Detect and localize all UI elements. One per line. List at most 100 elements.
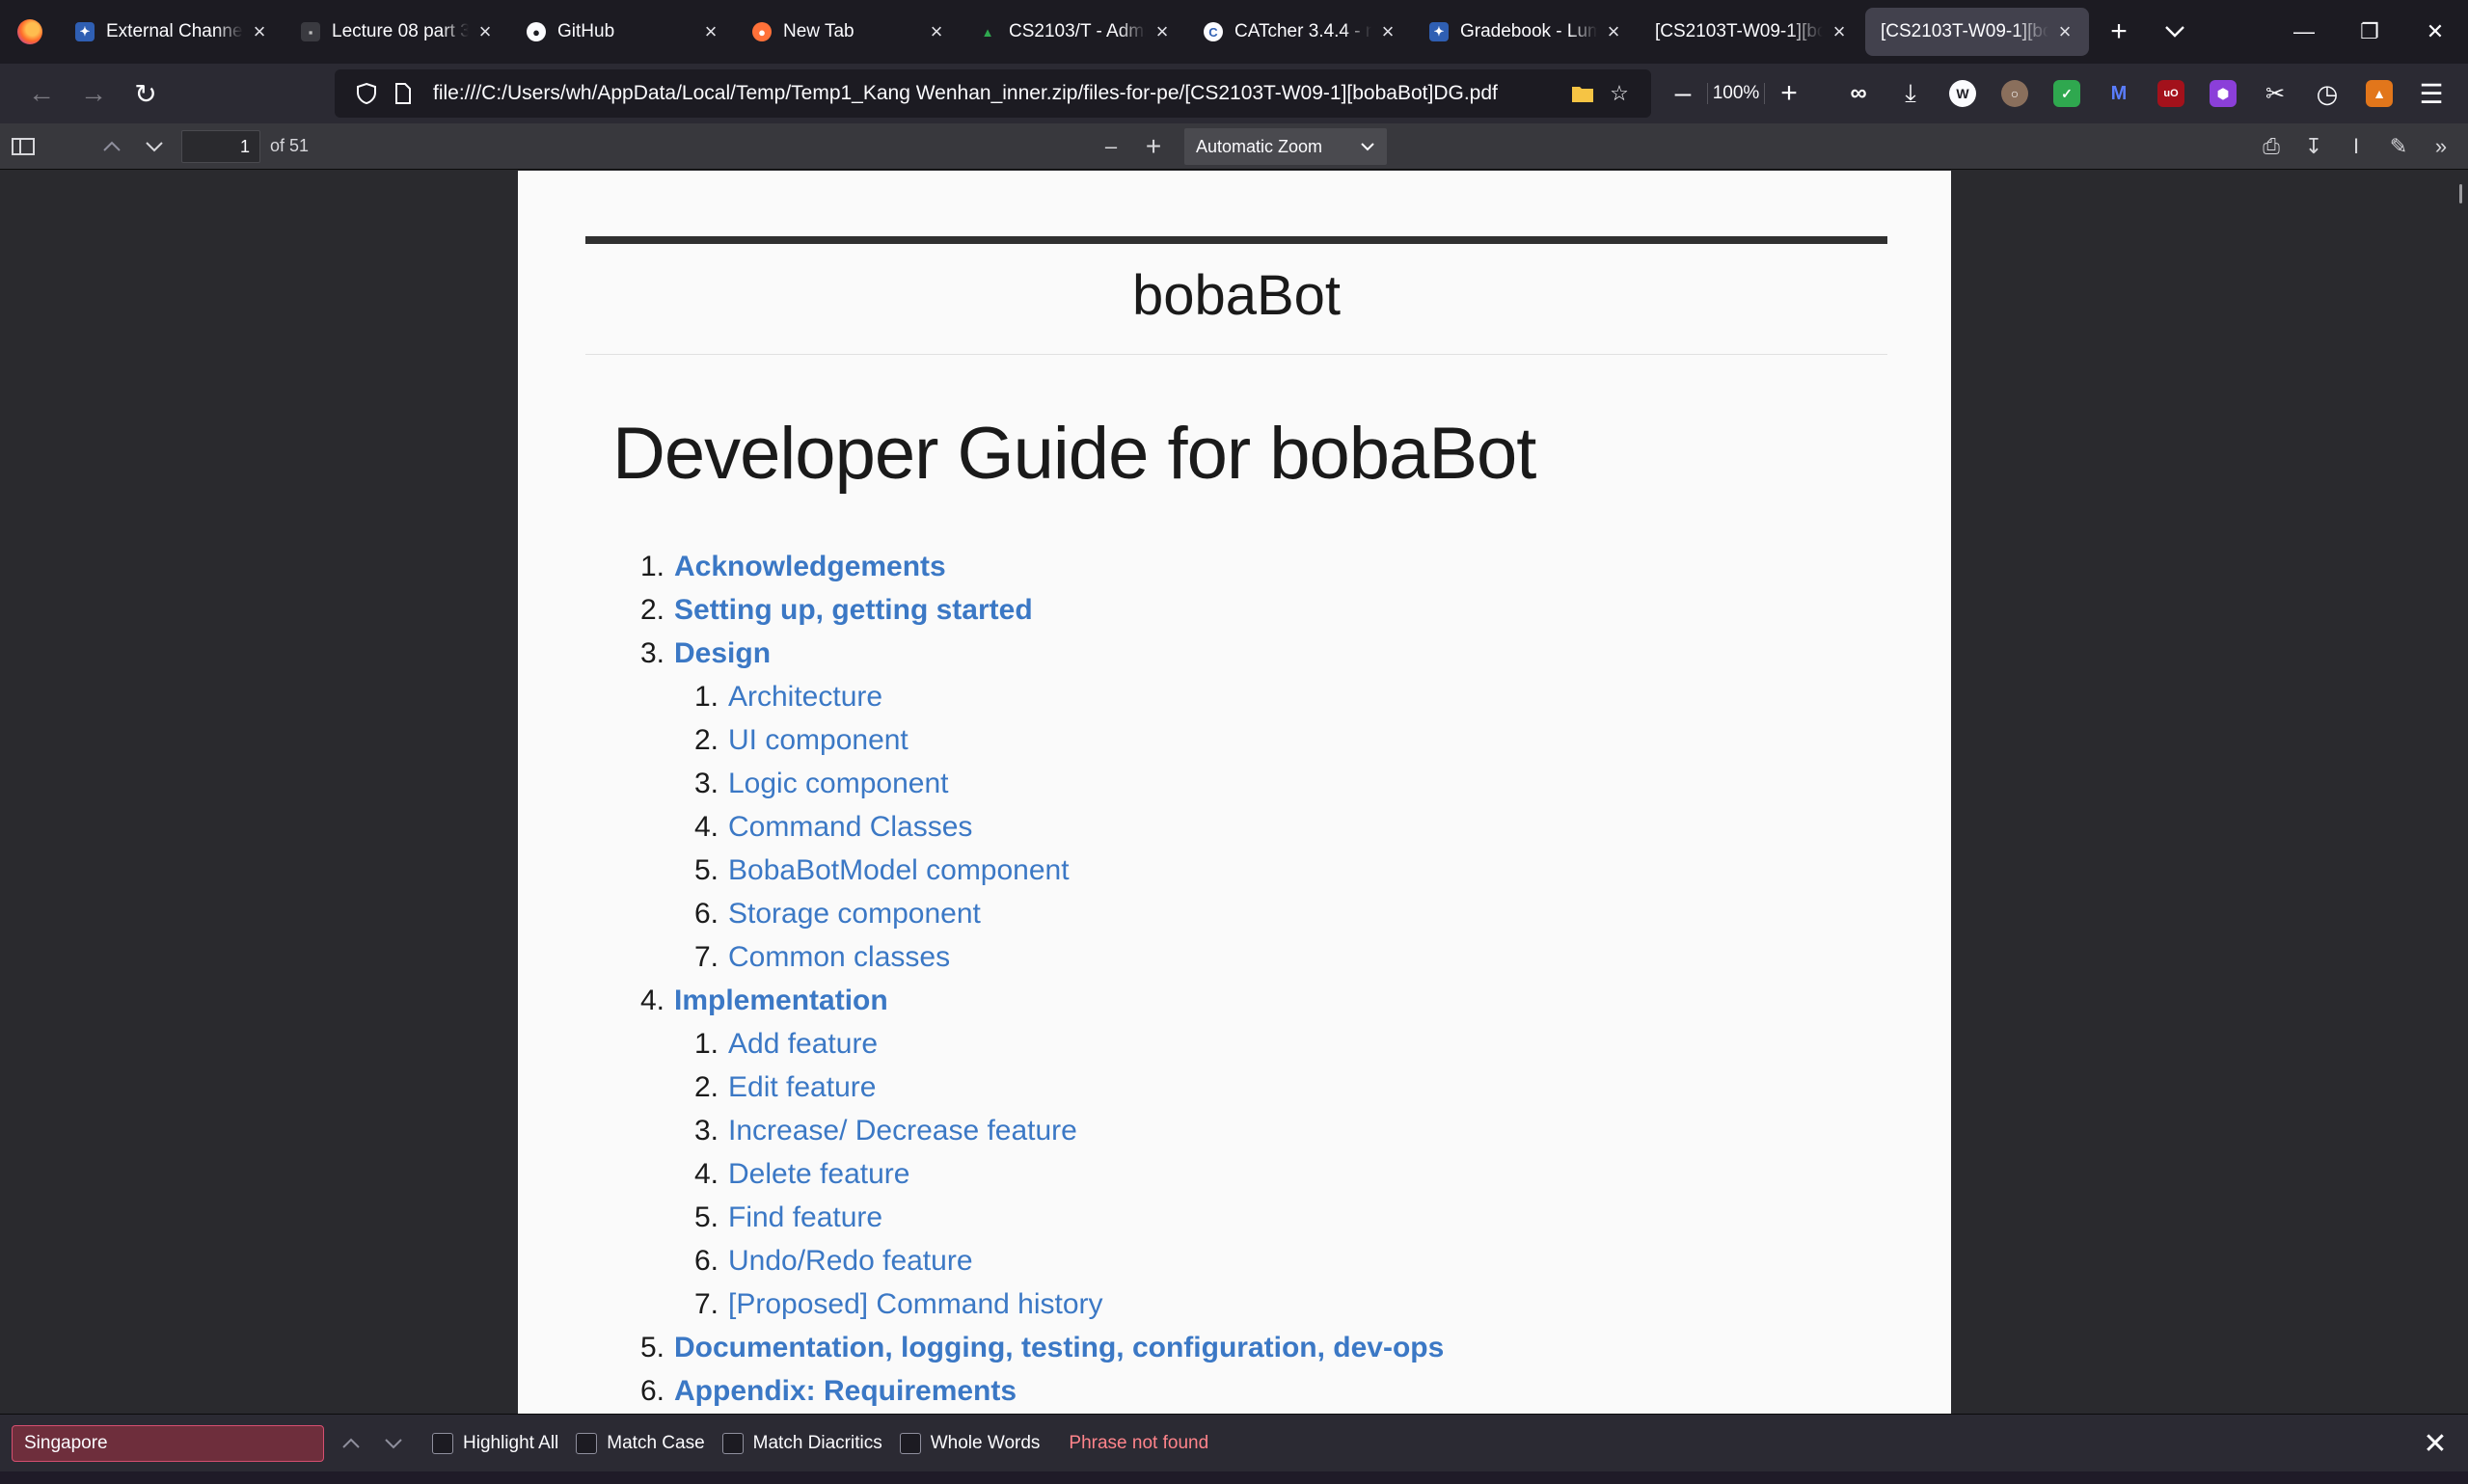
next-page-button[interactable]	[133, 127, 176, 166]
match-case-checkbox[interactable]: Match Case	[576, 1432, 705, 1454]
whole-words-checkbox[interactable]: Whole Words	[899, 1432, 1040, 1454]
browser-tab[interactable]: ● GitHub ×	[511, 8, 735, 56]
restore-button[interactable]: ❐	[2337, 0, 2402, 64]
browser-tab[interactable]: ▪ Lecture 08 part 3 II ×	[285, 8, 509, 56]
print-button[interactable]: ⎙	[2250, 127, 2292, 166]
toc-link[interactable]: Command Classes	[728, 811, 972, 844]
toc-link[interactable]: Setting up, getting started	[674, 594, 1033, 627]
draw-tool-button[interactable]: ✎	[2377, 127, 2420, 166]
zoom-select[interactable]: Automatic Zoom	[1184, 128, 1387, 165]
zoom-in-button[interactable]: +	[1132, 127, 1175, 166]
checkbox-box[interactable]	[899, 1432, 921, 1454]
close-tab-icon[interactable]: ×	[2054, 21, 2075, 42]
list-all-tabs-button[interactable]	[2147, 8, 2203, 56]
zoom-in-button[interactable]: +	[1765, 69, 1813, 118]
chevron-up-icon	[103, 141, 121, 151]
toc-link[interactable]: Implementation	[674, 985, 888, 1017]
zoom-reset-button[interactable]: 100%	[1707, 83, 1765, 104]
close-tab-icon[interactable]: ×	[475, 21, 496, 42]
m-extension-icon[interactable]: M	[2093, 69, 2145, 118]
checkbox-box[interactable]	[576, 1432, 598, 1454]
extension-face-icon[interactable]: ○	[1989, 69, 2041, 118]
highlight-all-checkbox[interactable]: Highlight All	[432, 1432, 558, 1454]
page-icon[interactable]	[385, 75, 421, 112]
save-button[interactable]: ↧	[2292, 127, 2335, 166]
fox-extension-icon[interactable]: ▲	[2353, 69, 2405, 118]
toc-link[interactable]: [Proposed] Command history	[728, 1288, 1103, 1321]
close-tab-icon[interactable]: ×	[700, 21, 721, 42]
close-window-button[interactable]: ✕	[2402, 0, 2468, 64]
checkbox-box[interactable]	[432, 1432, 453, 1454]
url-text[interactable]: file:///C:/Users/wh/AppData/Local/Temp/T…	[421, 82, 1564, 105]
browser-tab[interactable]: ✦ External Channel - Lumi ×	[60, 8, 284, 56]
find-input[interactable]: Singapore	[12, 1424, 324, 1462]
puzzle-tools-icon[interactable]: ✂	[2249, 69, 2301, 118]
browser-tab[interactable]: [CS2103T-W09-1][bobaBot]DG.pdf ×	[1640, 8, 1863, 56]
zoom-out-button[interactable]: –	[1659, 69, 1707, 118]
toc-link[interactable]: Storage component	[728, 898, 981, 931]
app-menu-icon[interactable]: ☰	[2405, 69, 2457, 118]
minimize-button[interactable]: —	[2271, 0, 2337, 64]
toc-number: 2.	[693, 724, 719, 756]
folder-icon[interactable]	[1564, 75, 1601, 112]
pdf-viewer[interactable]: bobaBot Developer Guide for bobaBot 1. Ac…	[0, 171, 2468, 1414]
toc-link[interactable]: Design	[674, 637, 771, 670]
text-tool-button[interactable]: I	[2335, 127, 2377, 166]
sidebar-toggle-button[interactable]	[2, 127, 44, 166]
download-icon[interactable]: ⤓	[1885, 69, 1937, 118]
toc-link[interactable]: Add feature	[728, 1028, 878, 1061]
firefox-icon: ●	[752, 22, 772, 41]
bookmark-star-icon[interactable]: ☆	[1601, 75, 1638, 112]
arrow-right-icon: →	[80, 78, 107, 108]
tab-title: CATcher 3.4.4 - nus	[1234, 21, 1371, 41]
toc-link[interactable]: Find feature	[728, 1201, 882, 1234]
browser-tab[interactable]: ● New Tab ×	[737, 8, 961, 56]
browser-tab[interactable]: ✦ Gradebook - Lumi ×	[1414, 8, 1638, 56]
toc-link[interactable]: Logic component	[728, 768, 949, 800]
previous-page-button[interactable]	[91, 127, 133, 166]
forward-button[interactable]: →	[68, 69, 120, 118]
shield-check-icon[interactable]: ✓	[2041, 69, 2093, 118]
toc-link[interactable]: Common classes	[728, 941, 950, 974]
tools-menu-button[interactable]: »	[2420, 127, 2462, 166]
toc-link[interactable]: BobaBotModel component	[728, 854, 1070, 887]
toc-link[interactable]: Acknowledgements	[674, 551, 946, 583]
close-tab-icon[interactable]: ×	[249, 21, 270, 42]
ublock-origin-icon[interactable]: uO	[2145, 69, 2197, 118]
toc-link[interactable]: UI component	[728, 724, 909, 757]
find-next-button[interactable]	[372, 1424, 415, 1463]
back-button[interactable]: ←	[15, 69, 68, 118]
history-icon[interactable]: ◷	[2301, 69, 2353, 118]
hexagon-extension-icon[interactable]: ⬢	[2197, 69, 2249, 118]
address-bar[interactable]: file:///C:/Users/wh/AppData/Local/Temp/T…	[335, 69, 1651, 118]
new-tab-button[interactable]: +	[2091, 8, 2147, 56]
wikipedia-icon[interactable]: W	[1937, 69, 1989, 118]
reload-button[interactable]: ↻	[120, 69, 172, 118]
close-tab-icon[interactable]: ×	[1152, 21, 1173, 42]
scrollbar-thumb[interactable]	[2459, 184, 2462, 203]
find-previous-button[interactable]	[330, 1424, 372, 1463]
close-tab-icon[interactable]: ×	[1829, 21, 1850, 42]
toc-link[interactable]: Undo/Redo feature	[728, 1245, 973, 1278]
close-find-bar-button[interactable]: ✕	[2416, 1424, 2454, 1463]
private-mask-icon[interactable]: ∞	[1832, 69, 1885, 118]
match-diacritics-checkbox[interactable]: Match Diacritics	[721, 1432, 882, 1454]
close-tab-icon[interactable]: ×	[1377, 21, 1398, 42]
zoom-out-button[interactable]: –	[1090, 127, 1132, 166]
toc-link[interactable]: Delete feature	[728, 1158, 909, 1191]
toc-link[interactable]: Edit feature	[728, 1071, 876, 1104]
browser-tab[interactable]: C CATcher 3.4.4 - nus ×	[1188, 8, 1412, 56]
close-tab-icon[interactable]: ×	[926, 21, 947, 42]
toc-link[interactable]: Increase/ Decrease feature	[728, 1115, 1077, 1147]
shield-icon[interactable]	[348, 75, 385, 112]
page-number-input[interactable]: 1	[181, 129, 260, 163]
toc-link[interactable]: Documentation, logging, testing, configu…	[674, 1332, 1444, 1364]
close-tab-icon[interactable]: ×	[1603, 21, 1624, 42]
toc-link[interactable]: Architecture	[728, 681, 882, 714]
checkbox-box[interactable]	[721, 1432, 744, 1454]
browser-tab[interactable]: [CS2103T-W09-1][bobaBot]DG.pdf ×	[1865, 8, 2089, 56]
toc-item: 5. Find feature	[632, 1201, 1885, 1245]
toc-link[interactable]: Appendix: Requirements	[674, 1375, 1017, 1408]
browser-tab[interactable]: ▲ CS2103/T - Admin ×	[963, 8, 1186, 56]
firefox-view-button[interactable]	[0, 0, 60, 64]
